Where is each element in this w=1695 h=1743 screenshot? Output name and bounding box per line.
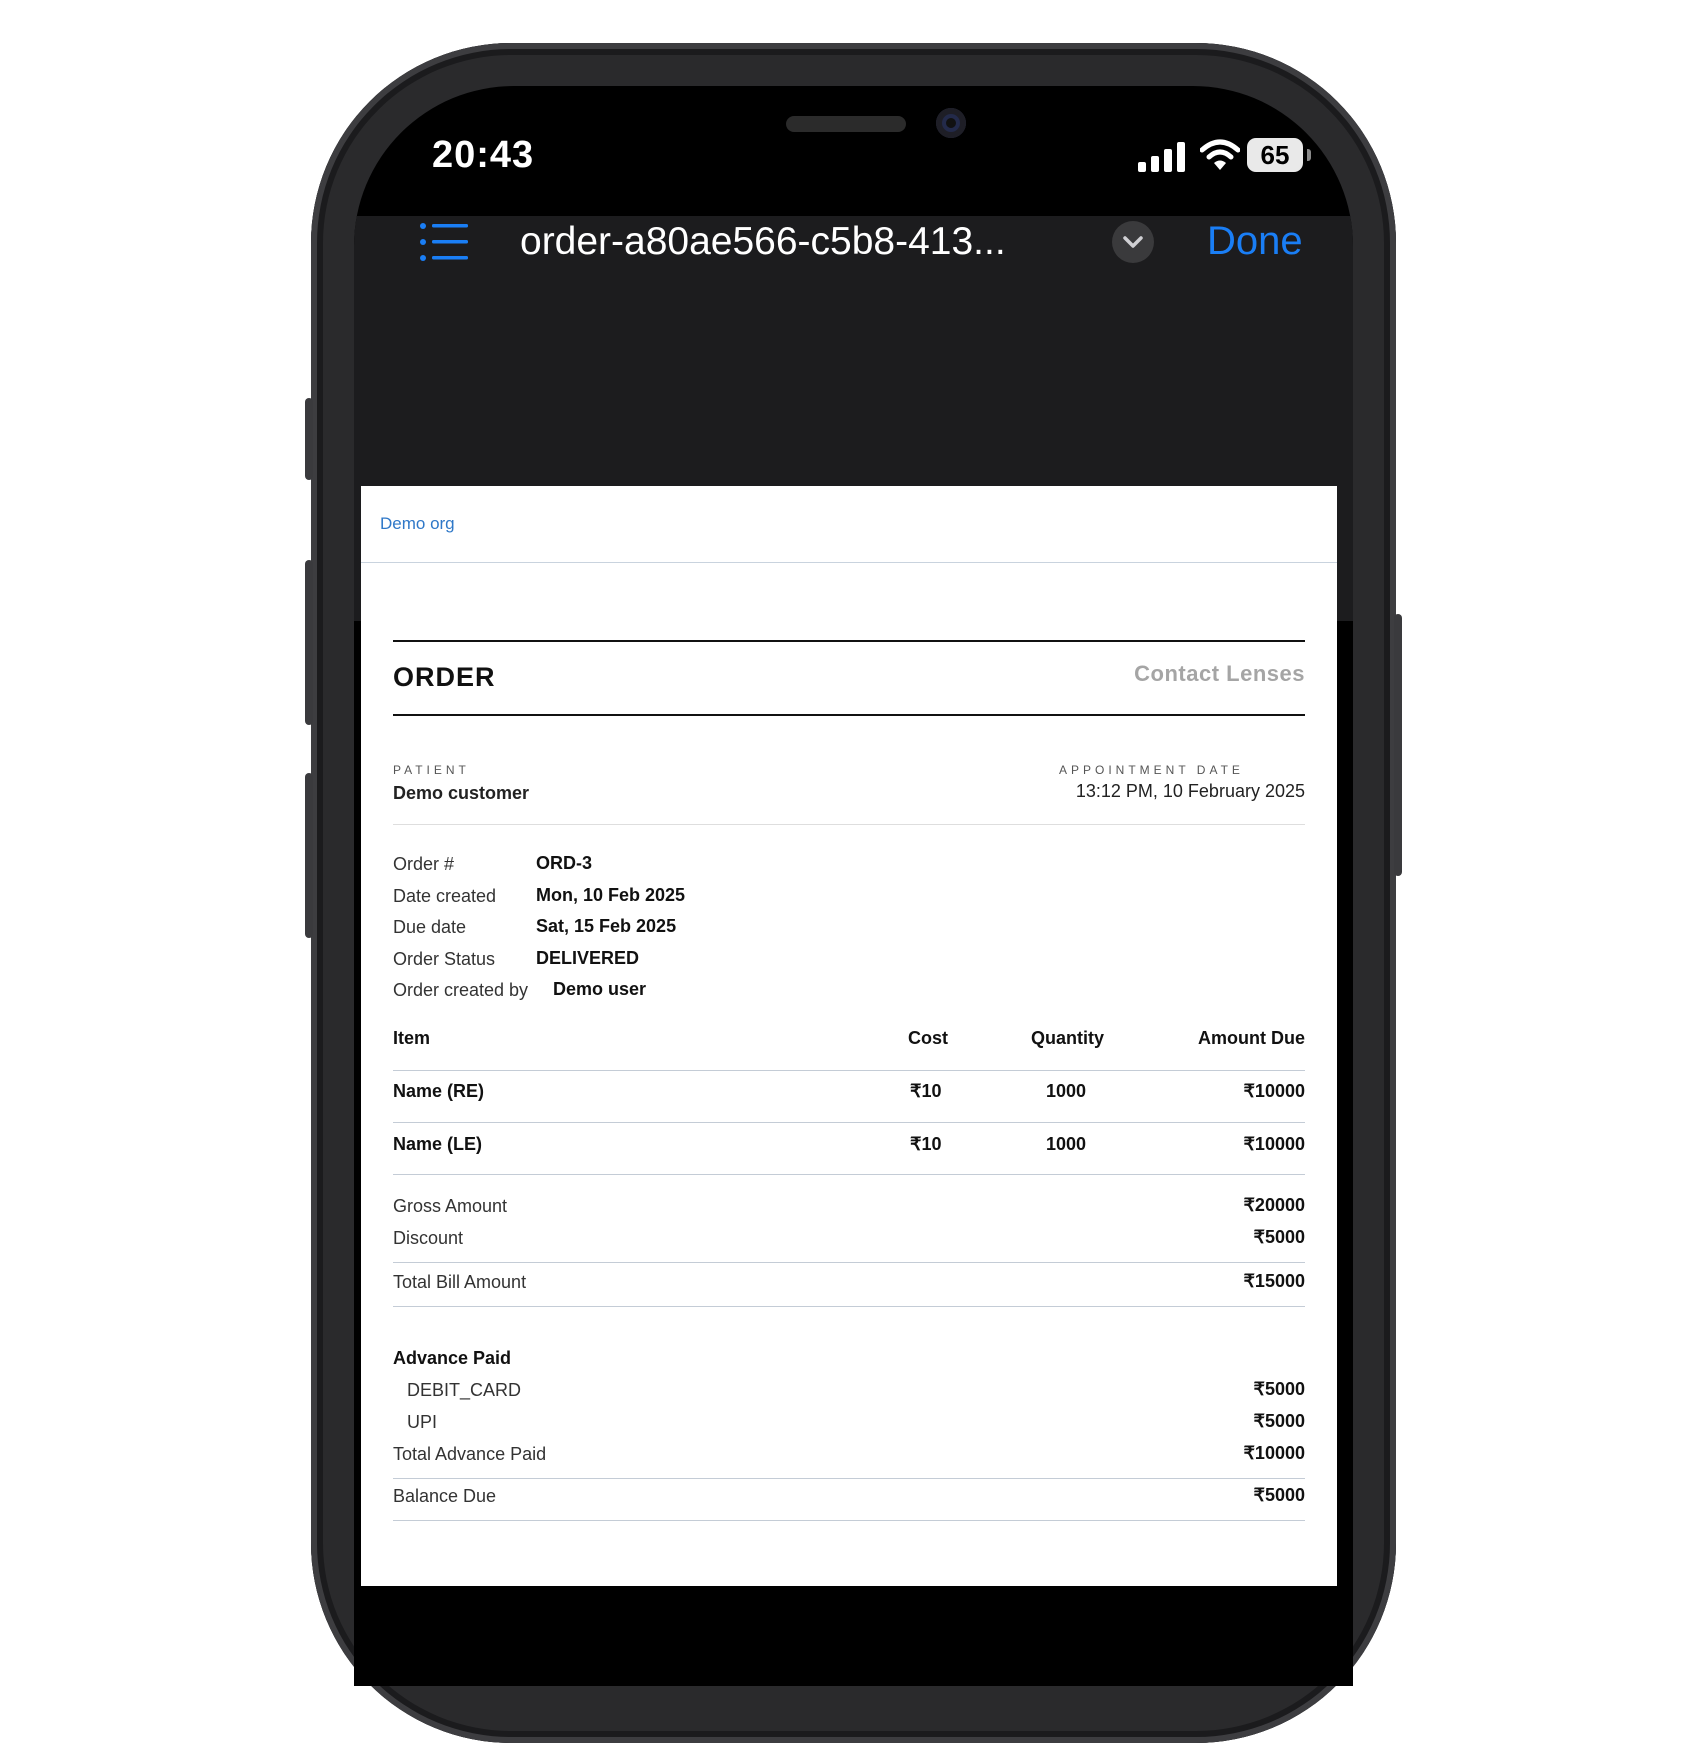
wifi-icon [1200, 139, 1240, 170]
table-row-rule [393, 1122, 1305, 1123]
document-title[interactable]: order-a80ae566-c5b8-413... [520, 220, 1006, 264]
item-name: Name (RE) [393, 1081, 485, 1101]
discount-value: ₹5000 [1253, 1227, 1306, 1247]
phone-screen: 20:43 65 order-a80ae566-c5b8-413... Done… [354, 86, 1353, 1686]
order-status-label: Order Status [393, 949, 496, 969]
notch [582, 86, 1124, 176]
appointment-value: 13:12 PM, 10 February 2025 [1075, 781, 1305, 801]
status-time: 20:43 [432, 134, 535, 176]
item-name: Name (LE) [393, 1134, 483, 1154]
patient-label: PATIENT [393, 763, 470, 777]
created-by-label: Order created by [393, 980, 529, 1000]
battery-tip [1307, 149, 1311, 161]
heading-rule-top [393, 640, 1305, 642]
due-date-value: Sat, 15 Feb 2025 [536, 916, 677, 936]
speaker-grille [786, 116, 906, 132]
document-page: Demo org ORDER Contact Lenses PATIENT De… [361, 486, 1337, 1586]
total-bill-rule [393, 1306, 1305, 1307]
balance-due-rule [393, 1520, 1305, 1521]
patient-name: Demo customer [393, 783, 530, 803]
total-advance-rule [393, 1478, 1305, 1479]
table-row-rule [393, 1174, 1305, 1175]
item-amount-due: ₹10000 [1243, 1134, 1305, 1154]
chevron-down-icon [1123, 236, 1143, 248]
column-header-quantity: Quantity [1031, 1028, 1105, 1048]
column-header-cost: Cost [908, 1028, 948, 1048]
order-status-value: DELIVERED [536, 948, 640, 968]
created-by-value: Demo user [553, 979, 647, 999]
order-category: Contact Lenses [1134, 661, 1305, 686]
column-header-amount-due: Amount Due [1198, 1028, 1305, 1048]
total-bill-label: Total Bill Amount [393, 1272, 527, 1292]
advance-paid-heading: Advance Paid [393, 1348, 512, 1368]
payment-method-label: DEBIT_CARD [407, 1380, 522, 1400]
volume-down-button [305, 773, 313, 938]
payment-method-value: ₹5000 [1253, 1411, 1306, 1431]
total-advance-label: Total Advance Paid [393, 1444, 547, 1464]
payment-method-label: UPI [407, 1412, 438, 1432]
document-heading: ORDER [393, 662, 496, 692]
signal-icon [1138, 142, 1185, 172]
patient-divider [393, 824, 1305, 825]
balance-due-value: ₹5000 [1253, 1485, 1306, 1505]
due-date-label: Due date [393, 917, 467, 937]
order-number-label: Order # [393, 854, 455, 874]
date-created-value: Mon, 10 Feb 2025 [536, 885, 686, 905]
column-header-item: Item [393, 1028, 431, 1048]
org-header: Demo org [361, 486, 1337, 563]
discount-label: Discount [393, 1228, 464, 1248]
volume-up-button [305, 560, 313, 725]
item-cost: ₹10 [910, 1081, 942, 1101]
item-amount-due: ₹10000 [1243, 1081, 1305, 1101]
silent-switch [305, 398, 313, 480]
item-quantity: 1000 [1046, 1134, 1087, 1154]
gross-amount-value: ₹20000 [1243, 1195, 1305, 1215]
payment-method-value: ₹5000 [1253, 1379, 1306, 1399]
date-created-label: Date created [393, 886, 497, 906]
total-advance-value: ₹10000 [1243, 1443, 1305, 1463]
order-number-value: ORD-3 [536, 853, 593, 873]
appointment-label: APPOINTMENT DATE [1059, 763, 1244, 777]
title-menu-button[interactable] [1112, 221, 1154, 263]
power-button [1394, 614, 1402, 876]
done-button[interactable]: Done [1207, 219, 1303, 264]
list-icon[interactable] [420, 222, 470, 262]
item-quantity: 1000 [1046, 1081, 1087, 1101]
discount-rule [393, 1262, 1305, 1263]
org-name[interactable]: Demo org [380, 514, 455, 534]
camera-icon [936, 108, 966, 138]
total-bill-value: ₹15000 [1243, 1271, 1305, 1291]
item-cost: ₹10 [910, 1134, 942, 1154]
heading-rule-bottom [393, 714, 1305, 716]
gross-amount-label: Gross Amount [393, 1196, 508, 1216]
balance-due-label: Balance Due [393, 1486, 497, 1506]
table-header-rule [393, 1070, 1305, 1071]
status-bar: 20:43 65 [354, 86, 1353, 216]
battery-icon: 65 [1247, 138, 1303, 172]
